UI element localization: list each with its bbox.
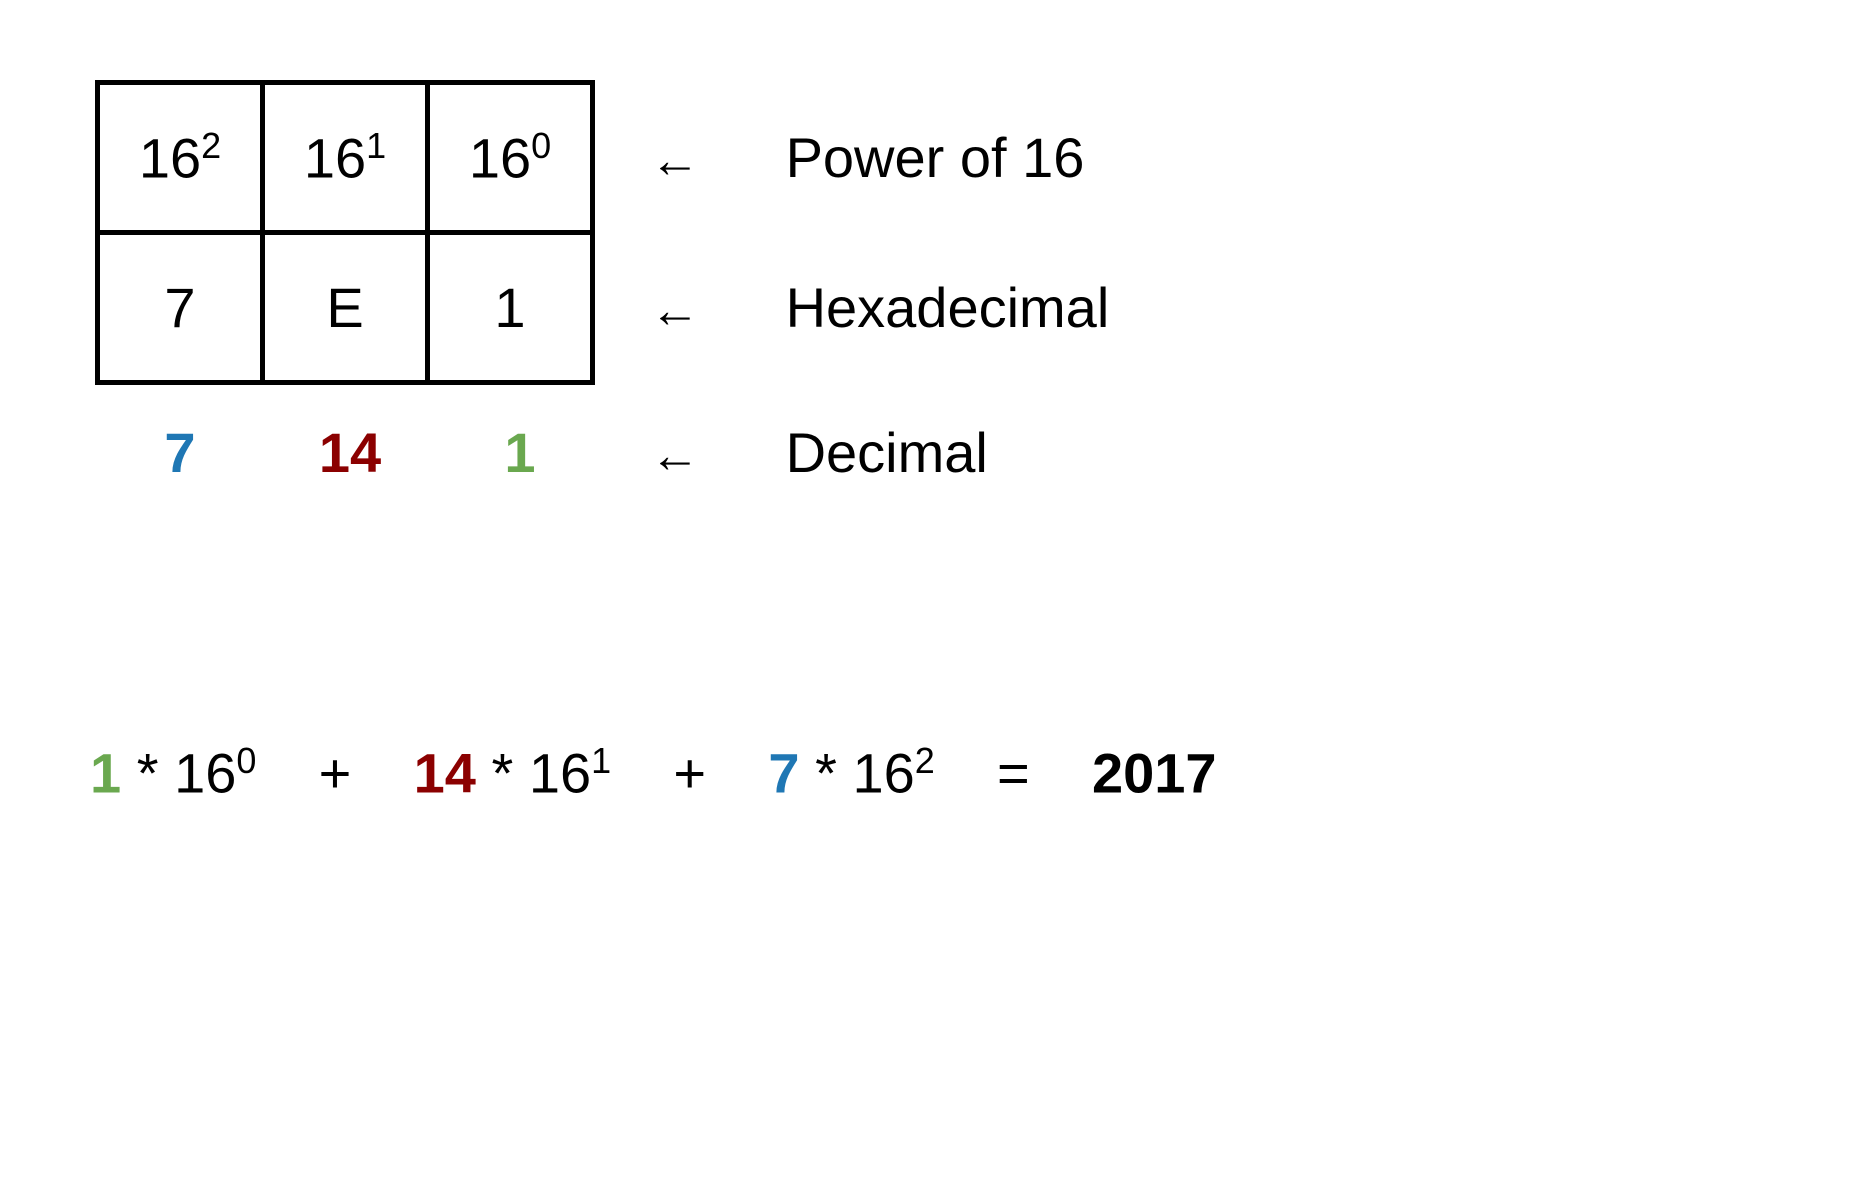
decimal-cell-0: 7 (95, 420, 265, 485)
eq-add: + (319, 742, 352, 805)
label-hex-text: Hexadecimal (786, 276, 1110, 339)
eq-gap (1045, 742, 1092, 805)
power-row: 162 161 160 (98, 83, 593, 233)
arrow-left-icon: ← (650, 426, 770, 484)
eq-add: + (673, 742, 706, 805)
label-decimal-text: Decimal (786, 421, 988, 484)
conversion-equation: 1 * 160 + 14 * 161 + 7 * 162 = 2017 (90, 740, 1217, 806)
power-cell-1: 161 (263, 83, 428, 233)
eq-exp-2: 2 (915, 740, 935, 781)
eq-gap (722, 742, 769, 805)
hex-cell-0: 7 (98, 233, 263, 383)
label-power-row: ← Power of 16 (650, 125, 1084, 190)
power-exp-2: 2 (201, 125, 221, 166)
eq-base-2: 16 (852, 742, 914, 805)
eq-mul: * (491, 742, 513, 805)
eq-base-1: 16 (529, 742, 591, 805)
label-hex-row: ← Hexadecimal (650, 275, 1109, 340)
eq-gap (950, 742, 997, 805)
power-base: 16 (304, 126, 366, 189)
power-exp-0: 0 (531, 125, 551, 166)
eq-gap (272, 742, 319, 805)
eq-base-0: 16 (174, 742, 236, 805)
eq-coef-1: 14 (414, 742, 476, 805)
power-base: 16 (469, 126, 531, 189)
hex-cell-2: 1 (428, 233, 593, 383)
eq-mul: * (137, 742, 159, 805)
label-decimal-row: ← Decimal (650, 420, 988, 485)
hex-table: 162 161 160 7 E 1 (95, 80, 595, 385)
eq-result: 2017 (1092, 742, 1217, 805)
eq-gap (627, 742, 674, 805)
arrow-left-icon: ← (650, 131, 770, 189)
eq-gap (367, 742, 414, 805)
decimal-cell-2: 1 (435, 420, 605, 485)
eq-eq: = (997, 742, 1030, 805)
power-cell-0: 160 (428, 83, 593, 233)
arrow-left-icon: ← (650, 281, 770, 339)
hex-row: 7 E 1 (98, 233, 593, 383)
hex-conversion-table: 162 161 160 7 E 1 (95, 80, 595, 385)
hex-cell-1: E (263, 233, 428, 383)
eq-mul: * (815, 742, 837, 805)
eq-exp-1: 1 (591, 740, 611, 781)
decimal-row: 7 14 1 (95, 420, 605, 485)
power-base: 16 (139, 126, 201, 189)
label-power-text: Power of 16 (786, 126, 1085, 189)
decimal-cell-1: 14 (265, 420, 435, 485)
power-exp-1: 1 (366, 125, 386, 166)
eq-coef-2: 7 (768, 742, 799, 805)
power-cell-2: 162 (98, 83, 263, 233)
eq-coef-0: 1 (90, 742, 121, 805)
eq-exp-0: 0 (236, 740, 256, 781)
